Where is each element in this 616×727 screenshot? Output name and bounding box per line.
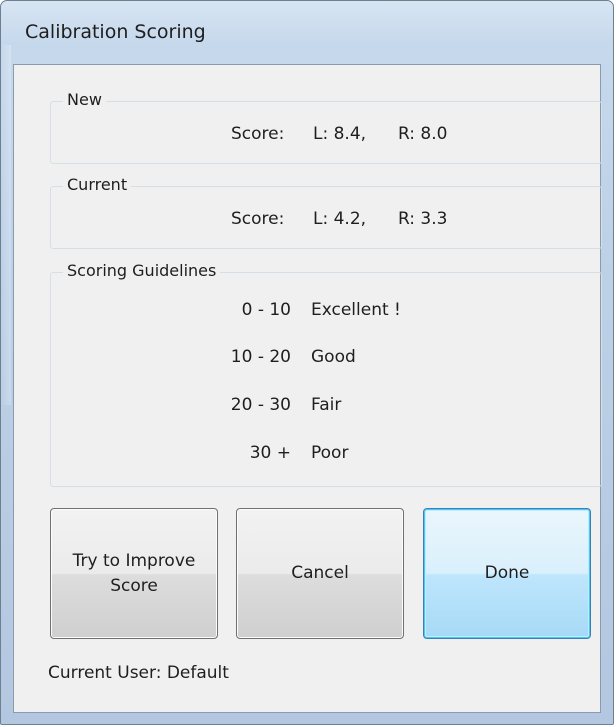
- current-user-label: Current User: Default: [48, 663, 229, 683]
- done-button[interactable]: Done: [423, 508, 591, 639]
- guideline-range: 0 - 10: [241, 300, 291, 320]
- guidelines-group-label: Scoring Guidelines: [63, 261, 221, 280]
- calibration-scoring-window: Calibration Scoring New Score: L: 8.4, R…: [0, 0, 614, 725]
- cancel-button[interactable]: Cancel: [236, 508, 404, 639]
- current-score-left: L: 4.2,: [313, 209, 367, 229]
- current-score-label: Score:: [231, 209, 285, 229]
- try-to-improve-score-button[interactable]: Try to Improve Score: [50, 508, 218, 639]
- new-score-label: Score:: [231, 124, 285, 144]
- new-score-left: L: 8.4,: [313, 124, 367, 144]
- done-button-label: Done: [484, 563, 530, 583]
- window-title: Calibration Scoring: [25, 21, 206, 43]
- title-bar[interactable]: Calibration Scoring: [1, 1, 613, 63]
- new-score-group: New Score: L: 8.4, R: 8.0: [50, 90, 602, 164]
- guideline-description: Fair: [311, 395, 342, 415]
- guideline-row: 20 - 30 Fair: [51, 395, 601, 419]
- guideline-description: Excellent !: [311, 300, 401, 320]
- guideline-row: 0 - 10 Excellent !: [51, 300, 601, 324]
- guideline-description: Poor: [311, 443, 349, 463]
- current-score-right: R: 3.3: [398, 209, 448, 229]
- cancel-button-label: Cancel: [291, 563, 349, 583]
- new-group-label: New: [63, 90, 106, 109]
- dialog-client-area: New Score: L: 8.4, R: 8.0 Current Score:…: [13, 64, 602, 713]
- guideline-range: 30 +: [249, 443, 291, 463]
- guideline-range: 20 - 30: [230, 395, 291, 415]
- scoring-guidelines-group: Scoring Guidelines 0 - 10 Excellent ! 10…: [50, 261, 602, 487]
- current-group-label: Current: [63, 175, 132, 194]
- current-score-group: Current Score: L: 4.2, R: 3.3: [50, 175, 602, 249]
- guideline-description: Good: [311, 347, 356, 367]
- guideline-row: 30 + Poor: [51, 443, 601, 467]
- new-score-right: R: 8.0: [398, 124, 448, 144]
- guideline-row: 10 - 20 Good: [51, 347, 601, 371]
- improve-button-label: Try to Improve Score: [72, 550, 196, 596]
- guideline-range: 10 - 20: [230, 347, 291, 367]
